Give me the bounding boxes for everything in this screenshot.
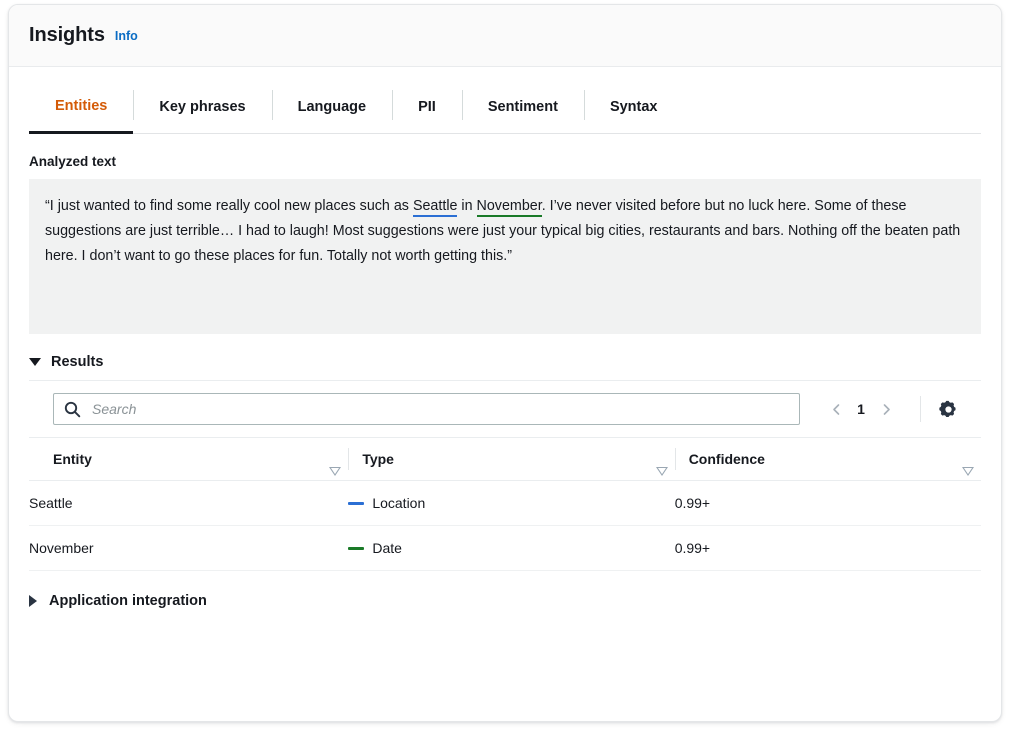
table-row[interactable]: Seattle Location 0.99+ [29,481,981,526]
tab-language[interactable]: Language [272,81,392,133]
column-header-type[interactable]: Type [348,438,674,481]
entity-highlight-november: November [477,198,542,217]
card-body: Entities Key phrases Language PII Sentim… [9,81,1001,609]
pagination-page-1[interactable]: 1 [850,401,872,417]
card-header: Insights Info [9,5,1001,67]
sort-icon-entity [324,455,334,463]
table-row[interactable]: November Date 0.99+ [29,526,981,571]
results-toolbar: 1 [29,381,981,437]
preferences-button[interactable] [933,394,963,424]
pagination-next-button[interactable] [872,395,900,423]
type-color-swatch [348,547,364,550]
caret-right-icon [29,595,37,607]
cell-type: Location [348,481,674,526]
caret-down-icon [29,358,41,366]
analyzed-text-label: Analyzed text [29,154,981,169]
column-header-confidence[interactable]: Confidence [675,438,981,481]
application-integration-toggle[interactable]: Application integration [29,593,207,609]
application-integration-label: Application integration [49,593,207,609]
results-table-container: 1 [29,380,981,571]
cell-entity: Seattle [29,481,348,526]
tab-pii[interactable]: PII [392,81,462,133]
info-link[interactable]: Info [115,29,138,43]
column-label-entity: Entity [53,451,92,467]
cell-type-label: Date [372,540,402,556]
pagination: 1 [822,395,900,423]
cell-confidence: 0.99+ [675,481,981,526]
cell-type-label: Location [372,495,425,511]
type-color-swatch [348,502,364,505]
tab-syntax[interactable]: Syntax [584,81,684,133]
entity-highlight-seattle: Seattle [413,198,458,217]
analyzed-text-panel: “I just wanted to find some really cool … [29,179,981,334]
results-title: Results [51,354,103,370]
tab-sentiment[interactable]: Sentiment [462,81,584,133]
gear-icon [939,400,958,419]
results-section-toggle[interactable]: Results [29,354,103,370]
page-title: Insights [29,24,105,47]
insights-card: Insights Info Entities Key phrases Langu… [8,4,1002,722]
table-header-row: Entity Type [29,438,981,481]
tab-entities[interactable]: Entities [29,81,133,134]
column-label-type: Type [362,451,394,467]
results-table: Entity Type [29,437,981,571]
search-icon [64,401,81,418]
search-box[interactable] [53,393,800,425]
cell-type: Date [348,526,674,571]
analyzed-text-part2: in [457,198,476,214]
cell-entity: November [29,526,348,571]
analyzed-text-part1: “I just wanted to find some really cool … [45,198,413,214]
sort-icon-confidence [957,455,967,463]
tab-bar: Entities Key phrases Language PII Sentim… [29,81,981,134]
pagination-prev-button[interactable] [822,395,850,423]
tab-key-phrases[interactable]: Key phrases [133,81,271,133]
sort-icon-type [651,455,661,463]
toolbar-divider [920,396,921,422]
cell-confidence: 0.99+ [675,526,981,571]
column-label-confidence: Confidence [689,451,765,467]
search-input[interactable] [90,400,789,418]
column-header-entity[interactable]: Entity [29,438,348,481]
